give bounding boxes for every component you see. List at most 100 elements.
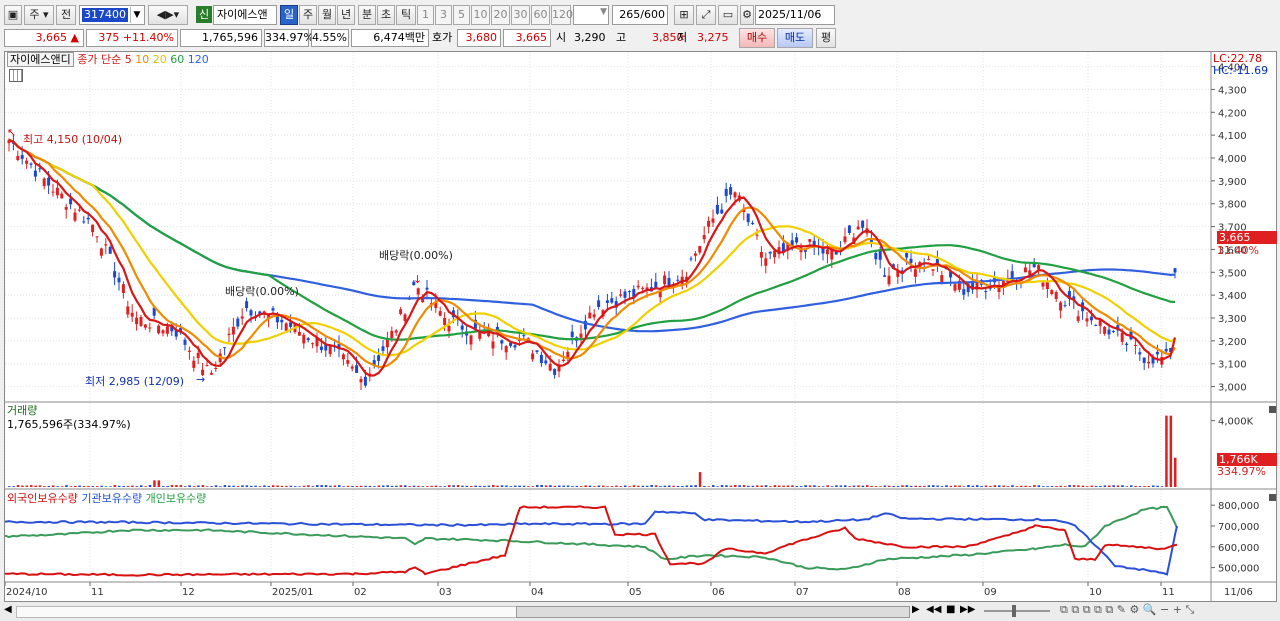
candle-body bbox=[1076, 316, 1080, 321]
volume-bar bbox=[1138, 486, 1142, 487]
date-input[interactable]: 2025/11/06 bbox=[755, 5, 835, 25]
volume-bar bbox=[179, 485, 183, 487]
window-icon[interactable]: ▣ bbox=[4, 5, 22, 25]
stop-icon[interactable]: ■ bbox=[946, 604, 955, 615]
volume-bar bbox=[82, 485, 86, 487]
tab-month[interactable]: 월 bbox=[318, 5, 336, 25]
tab-day[interactable]: 일 bbox=[280, 5, 298, 25]
interval-3[interactable]: 3 bbox=[435, 5, 452, 25]
volume-bar bbox=[307, 485, 310, 487]
code-input[interactable]: 317400 ▼ bbox=[79, 5, 145, 25]
volume-bar bbox=[1121, 485, 1124, 487]
candle-body bbox=[759, 251, 763, 258]
candle-body bbox=[416, 288, 420, 295]
interval-30[interactable]: 30 bbox=[511, 5, 530, 25]
candle-body bbox=[1054, 292, 1058, 300]
volume-bar bbox=[329, 485, 332, 487]
rewind-icon[interactable]: ◀◀ bbox=[926, 604, 941, 615]
tab-minute[interactable]: 분 bbox=[358, 5, 376, 25]
volume-bar bbox=[443, 486, 447, 487]
volume-bar bbox=[1147, 486, 1151, 487]
count-input[interactable]: 265/600 bbox=[612, 5, 668, 25]
candle-body bbox=[240, 316, 244, 319]
volume-bar bbox=[1086, 486, 1089, 487]
stock-name[interactable]: 자이에스앤 bbox=[213, 5, 277, 25]
tab-second[interactable]: 초 bbox=[377, 5, 395, 25]
hc-label: HC:-11.69 bbox=[1213, 64, 1269, 77]
chart-area[interactable]: 4,400 4,300 4,200 4,100 4,000 3,900 3,800 3,700… bbox=[4, 51, 1277, 602]
tool-icons[interactable]: ⧉ ⧉ ⧉ ⧉ ⧉ ✎ ⚙ 🔍 − + ⤡ bbox=[1060, 603, 1194, 617]
candle-body bbox=[284, 323, 288, 331]
volume-bar bbox=[698, 472, 702, 487]
speaker-icon[interactable]: ◀▶▾ bbox=[148, 5, 188, 25]
scroll-left-icon[interactable]: ◀ bbox=[4, 604, 12, 615]
tab-week[interactable]: 주 bbox=[299, 5, 317, 25]
interval-120[interactable]: 120 bbox=[551, 5, 573, 25]
volume-bar bbox=[976, 485, 979, 487]
candle-body bbox=[20, 155, 24, 159]
volume-bar bbox=[848, 486, 851, 487]
volume-bar bbox=[914, 485, 917, 487]
tab-tick[interactable]: 틱 bbox=[396, 5, 416, 25]
volume-bar bbox=[971, 485, 975, 487]
chevron-down-icon[interactable]: ▼ bbox=[130, 7, 143, 23]
volume-bar bbox=[646, 485, 649, 487]
candle-body bbox=[808, 239, 812, 242]
avg-button[interactable]: 평 bbox=[816, 28, 836, 48]
volume-bar bbox=[386, 485, 389, 487]
candle-body bbox=[522, 335, 526, 337]
chart-svg[interactable]: 4,4004,3004,2004,1004,0003,9003,8003,700… bbox=[5, 52, 1276, 601]
custom-interval-select[interactable]: ▼ bbox=[573, 5, 609, 25]
volume-bar bbox=[839, 485, 843, 487]
volume-bar bbox=[223, 485, 227, 487]
prev-button[interactable]: 전 bbox=[56, 5, 76, 25]
interval-10[interactable]: 10 bbox=[471, 5, 490, 25]
indicator-icon[interactable]: ⊞ bbox=[674, 5, 694, 25]
candle-body bbox=[561, 359, 565, 361]
interval-5[interactable]: 5 bbox=[453, 5, 470, 25]
candle-body bbox=[878, 250, 882, 260]
volume-bar bbox=[232, 485, 235, 487]
play-icon[interactable]: ▶ bbox=[912, 604, 920, 615]
candle-body bbox=[165, 326, 169, 334]
volume-bar bbox=[30, 485, 33, 487]
buy-button[interactable]: 매수 bbox=[739, 28, 775, 48]
volume-bar bbox=[126, 485, 130, 487]
volume-bar bbox=[1169, 415, 1173, 487]
grid-icon[interactable] bbox=[9, 69, 23, 82]
candle-body bbox=[795, 237, 799, 243]
volume-bar bbox=[879, 486, 882, 487]
zoom-thumb[interactable] bbox=[1012, 605, 1016, 617]
y-tick-label: 3,000 bbox=[1218, 383, 1247, 394]
volume-bar bbox=[663, 485, 667, 487]
interval-20[interactable]: 20 bbox=[491, 5, 510, 25]
interval-1[interactable]: 1 bbox=[417, 5, 434, 25]
candle-body bbox=[663, 275, 667, 285]
y-tick-label: 500,000 bbox=[1218, 564, 1259, 575]
candle-body bbox=[707, 220, 711, 227]
candle-body bbox=[1111, 331, 1115, 333]
volume-bar bbox=[175, 485, 178, 487]
high-arrow-icon: ↖ bbox=[7, 126, 16, 139]
volume-bar bbox=[685, 485, 689, 487]
period-select[interactable]: 주 ▾ bbox=[24, 5, 54, 25]
gear-icon[interactable]: ⚙ bbox=[740, 5, 754, 25]
legend-stock-name[interactable]: 자이에스앤디 bbox=[7, 52, 74, 67]
save-icon[interactable]: ▭ bbox=[718, 5, 738, 25]
tab-year[interactable]: 년 bbox=[337, 5, 355, 25]
candle-body bbox=[1085, 318, 1089, 322]
draw-tool-icon[interactable]: ⤢ bbox=[696, 5, 716, 25]
forward-icon[interactable]: ▶▶ bbox=[960, 604, 975, 615]
interval-60[interactable]: 60 bbox=[531, 5, 550, 25]
candle-body bbox=[1089, 316, 1093, 321]
volume-bar bbox=[333, 485, 337, 487]
zoom-slider[interactable] bbox=[984, 610, 1050, 612]
volume-bar bbox=[536, 485, 539, 487]
candle-body bbox=[214, 368, 218, 370]
candle-body bbox=[566, 351, 570, 358]
scrollbar-thumb[interactable] bbox=[516, 606, 910, 618]
sell-button[interactable]: 매도 bbox=[777, 28, 813, 48]
volume-bar bbox=[65, 485, 68, 487]
open-value: 3,290 bbox=[574, 31, 606, 44]
volume-bar bbox=[236, 486, 240, 487]
